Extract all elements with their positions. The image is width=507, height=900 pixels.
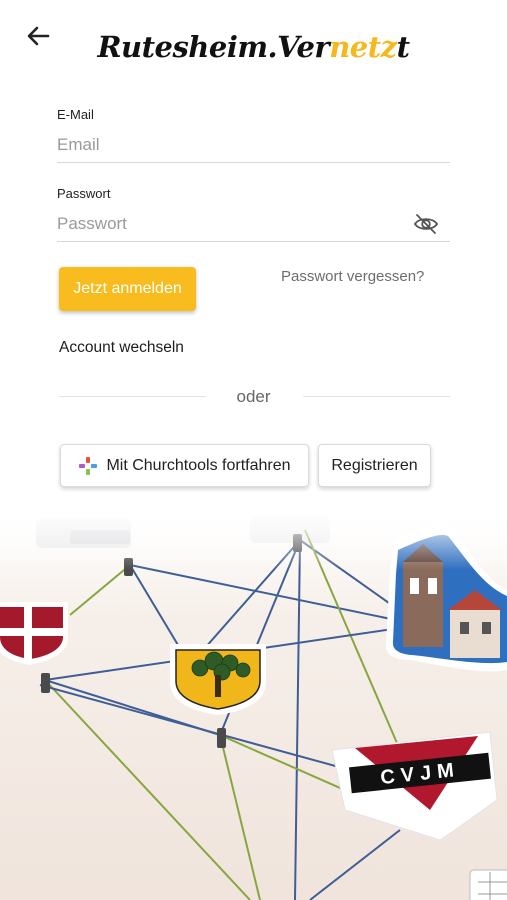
or-separator: oder	[236, 387, 271, 406]
email-field[interactable]	[57, 128, 450, 163]
login-button[interactable]: Jetzt anmelden	[59, 267, 196, 311]
switch-account-link[interactable]: Account wechseln	[59, 339, 184, 357]
logo-text-accent: netz	[329, 30, 397, 64]
register-button[interactable]: Registrieren	[318, 444, 431, 487]
password-label: Passwort	[57, 186, 111, 201]
logo-text-part1: Rutesheim.Ver	[97, 30, 330, 64]
divider-right	[303, 396, 450, 397]
logo-text-part2: t	[396, 30, 410, 64]
hero-image: CVJM	[0, 510, 507, 900]
eye-off-icon	[413, 214, 439, 234]
forgot-password-link[interactable]: Passwort vergessen?	[281, 268, 424, 285]
toggle-password-visibility[interactable]	[412, 212, 440, 236]
churchtools-logo-icon	[79, 456, 98, 475]
churchtools-button[interactable]: Mit Churchtools fortfahren	[60, 444, 309, 487]
email-label: E-Mail	[57, 107, 94, 122]
app-logo: Rutesheim.Vernetzt	[0, 30, 507, 64]
churchtools-button-label: Mit Churchtools fortfahren	[106, 456, 291, 474]
password-field[interactable]	[57, 207, 450, 242]
